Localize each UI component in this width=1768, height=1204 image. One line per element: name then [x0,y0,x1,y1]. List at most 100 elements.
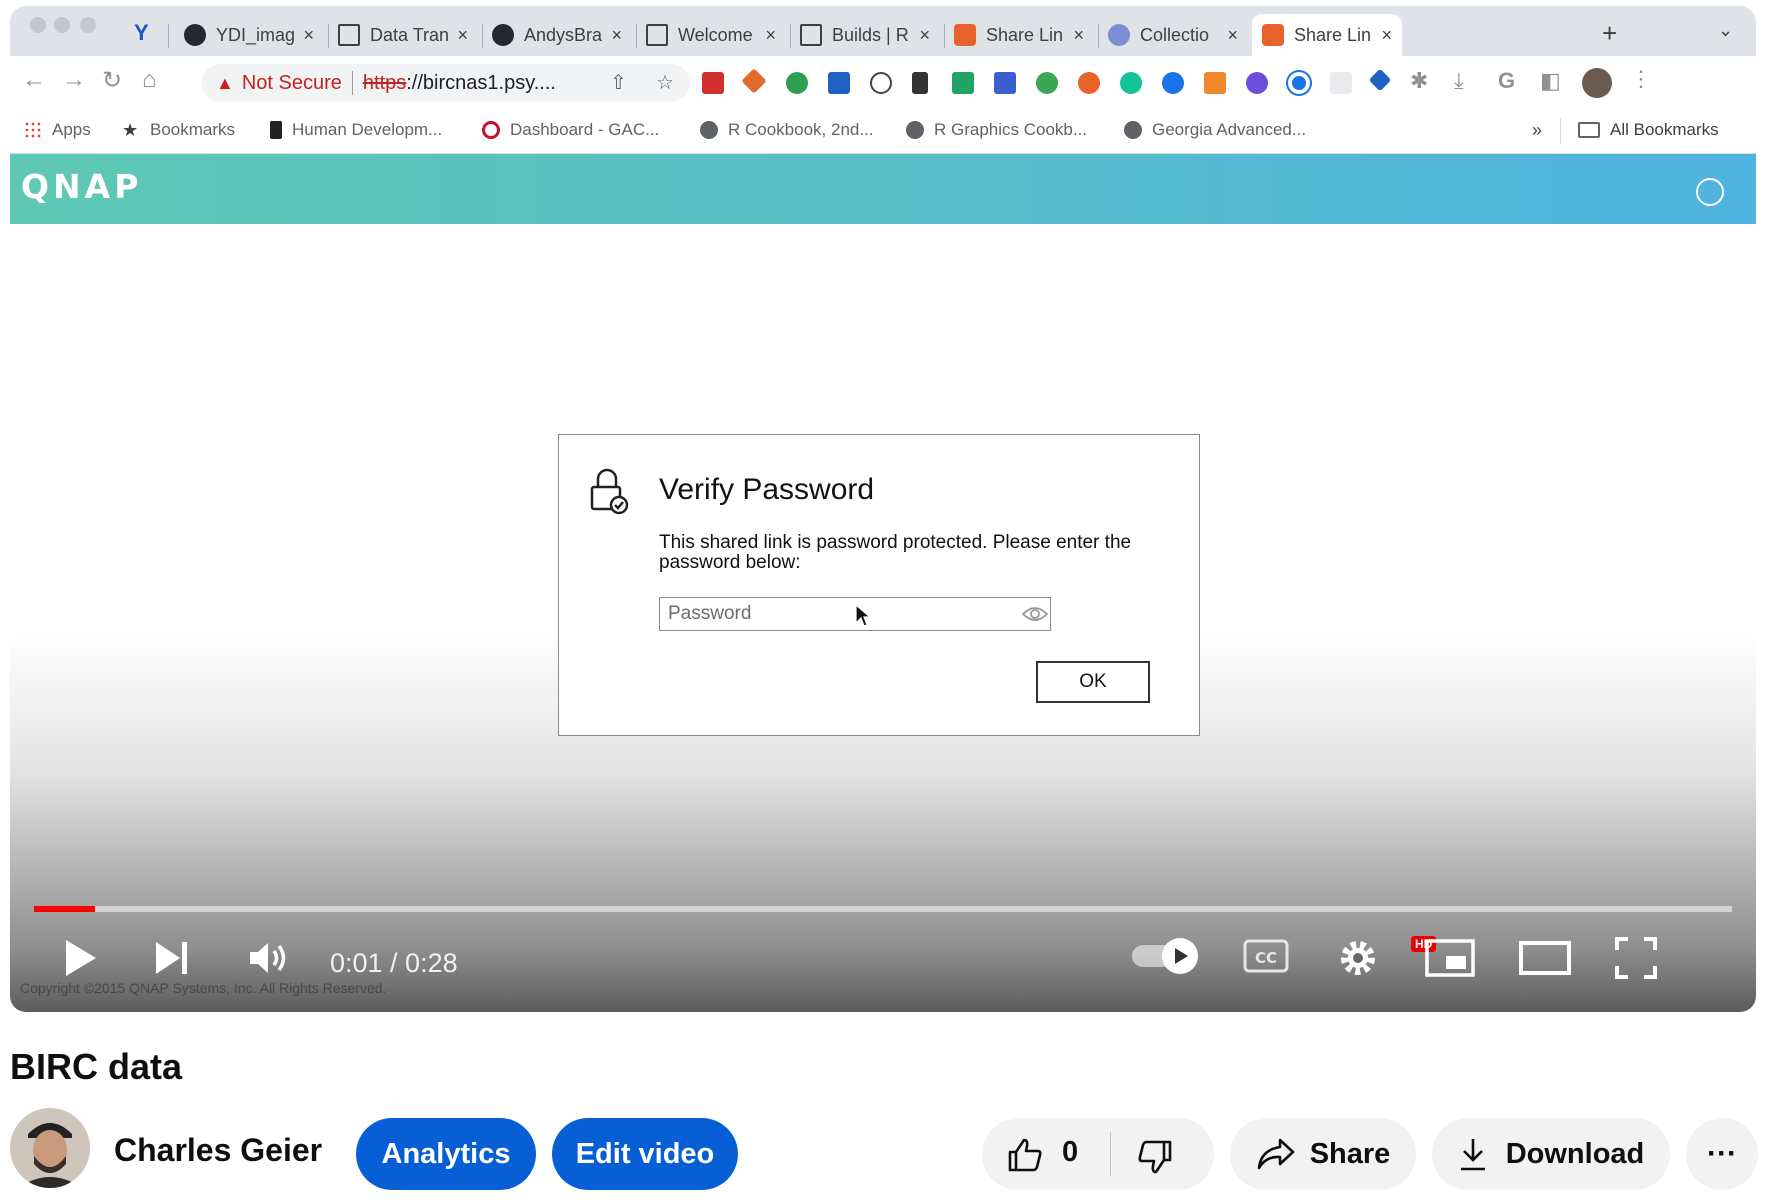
bookmark-favicon [270,121,282,139]
miniplayer-icon[interactable] [1424,938,1476,978]
close-icon[interactable]: × [1381,25,1392,46]
language-globe-icon[interactable] [1696,178,1724,206]
kebab-menu-icon[interactable]: ⋮ [1630,66,1652,92]
tab-collection[interactable]: Collectio × [1098,14,1248,56]
close-icon[interactable]: × [303,25,314,46]
extension-icon[interactable] [702,72,724,94]
qnap-header: QNAP [10,154,1756,224]
extension-icon[interactable] [1368,68,1392,92]
dialog-title: Verify Password [659,473,875,506]
globe-icon [1124,121,1142,139]
video-player[interactable]: Y YDI_imag × Data Tran × AndysBra × Welc… [10,6,1756,1012]
close-icon[interactable]: × [1073,25,1084,46]
extension-icon[interactable] [1204,72,1226,94]
extension-icon[interactable] [1078,72,1100,94]
omnibox-divider [351,71,353,95]
share-page-icon[interactable]: ⇧ [610,70,627,95]
volume-icon[interactable] [246,938,292,978]
extension-icon[interactable] [870,72,892,94]
tab-andysbrain[interactable]: AndysBra × [482,14,632,56]
tab-welcome[interactable]: Welcome × [636,14,786,56]
close-icon[interactable]: × [457,25,468,46]
extension-icon[interactable] [741,68,767,94]
drive-icon[interactable] [952,72,974,94]
cloud-icon [1108,24,1130,46]
theater-mode-icon[interactable] [1518,940,1572,976]
book-icon [646,24,668,46]
download-button[interactable]: Download [1432,1118,1670,1190]
window-close-dot[interactable] [30,17,46,33]
tab-ydi[interactable]: YDI_imag × [174,14,324,56]
forward-icon[interactable]: → [62,66,86,94]
autoplay-toggle[interactable] [1130,936,1202,976]
new-tab-button[interactable]: + [1602,18,1617,49]
next-icon[interactable] [152,938,192,978]
close-icon[interactable]: × [919,25,930,46]
bookmark-apps[interactable]: Apps [24,120,91,140]
extension-icon[interactable] [828,72,850,94]
fullscreen-icon[interactable] [1614,936,1658,980]
extension-icon[interactable] [1036,72,1058,94]
profile-avatar[interactable] [1582,68,1612,98]
more-actions-button[interactable]: ··· [1686,1118,1758,1190]
progress-bar[interactable] [34,906,1732,912]
extension-icon[interactable] [912,72,928,94]
qnap-file-icon [1262,24,1284,46]
document-icon[interactable] [1330,72,1352,94]
bookmarks-overflow[interactable]: » [1532,120,1542,141]
bookmark-item[interactable]: R Graphics Cookb... [906,120,1087,140]
close-icon[interactable]: × [765,25,776,46]
reload-icon[interactable]: ↻ [102,66,122,95]
close-icon[interactable]: × [611,25,622,46]
globe-icon [700,121,718,139]
share-button[interactable]: Share [1230,1118,1416,1190]
github-icon [492,24,514,46]
all-bookmarks[interactable]: All Bookmarks [1578,120,1719,140]
star-icon[interactable]: ☆ [656,70,674,95]
eye-icon[interactable] [1021,605,1049,623]
bookmark-item[interactable]: Dashboard - GAC... [482,120,659,140]
thumbs-up-icon[interactable] [1006,1136,1044,1174]
bookmark-item[interactable]: Georgia Advanced... [1124,120,1306,140]
grammarly-icon[interactable] [1120,72,1142,94]
extension-icon[interactable] [1246,72,1268,94]
thumbs-down-icon[interactable] [1136,1138,1174,1176]
tab-share-link-1[interactable]: Share Lin × [944,14,1094,56]
download-icon[interactable]: ⤓ [1454,68,1464,94]
home-icon[interactable]: ⌂ [142,66,157,94]
back-icon[interactable]: ← [22,66,46,94]
analytics-button[interactable]: Analytics [356,1118,536,1190]
extension-icon[interactable] [994,72,1016,94]
extension-icon[interactable] [1288,72,1310,94]
channel-name[interactable]: Charles Geier [114,1132,322,1169]
bookmark-item[interactable]: ★ Bookmarks [122,120,235,140]
share-arrow-icon [1257,1138,1294,1170]
ok-button[interactable]: OK [1036,661,1150,703]
tab-share-link-active[interactable]: Share Lin × [1252,14,1402,56]
not-secure-label[interactable]: Not Secure [242,72,342,95]
side-panel-icon[interactable]: ◧ [1540,68,1561,94]
close-icon[interactable]: × [1227,25,1238,46]
bookmark-item[interactable]: R Cookbook, 2nd... [700,120,874,140]
like-dislike-group: 0 [982,1118,1214,1190]
pinned-tab-icon[interactable]: Y [134,20,149,46]
window-zoom-dot[interactable] [80,17,96,33]
url-text: ://bircnas1.psy.... [406,71,556,94]
tab-builds[interactable]: Builds | R × [790,14,940,56]
evernote-icon[interactable] [786,72,808,94]
tab-data-transfer[interactable]: Data Tran × [328,14,478,56]
google-icon[interactable]: G [1498,68,1515,94]
edit-video-button[interactable]: Edit video [552,1118,738,1190]
channel-avatar[interactable] [10,1108,90,1188]
window-minimize-dot[interactable] [54,17,70,33]
more-dots-icon: ··· [1707,1137,1737,1170]
browser-tab-strip: Y YDI_imag × Data Tran × AndysBra × Welc… [10,6,1756,56]
chevron-down-icon[interactable]: ⌄ [1718,20,1733,41]
extension-icon[interactable] [1162,72,1184,94]
puzzle-icon[interactable]: ✱ [1410,68,1428,94]
play-icon[interactable] [60,936,100,980]
like-count: 0 [1062,1136,1079,1168]
captions-icon[interactable]: CC [1242,936,1290,976]
bookmark-item[interactable]: Human Developm... [270,120,442,140]
settings-gear-icon[interactable] [1336,936,1380,980]
